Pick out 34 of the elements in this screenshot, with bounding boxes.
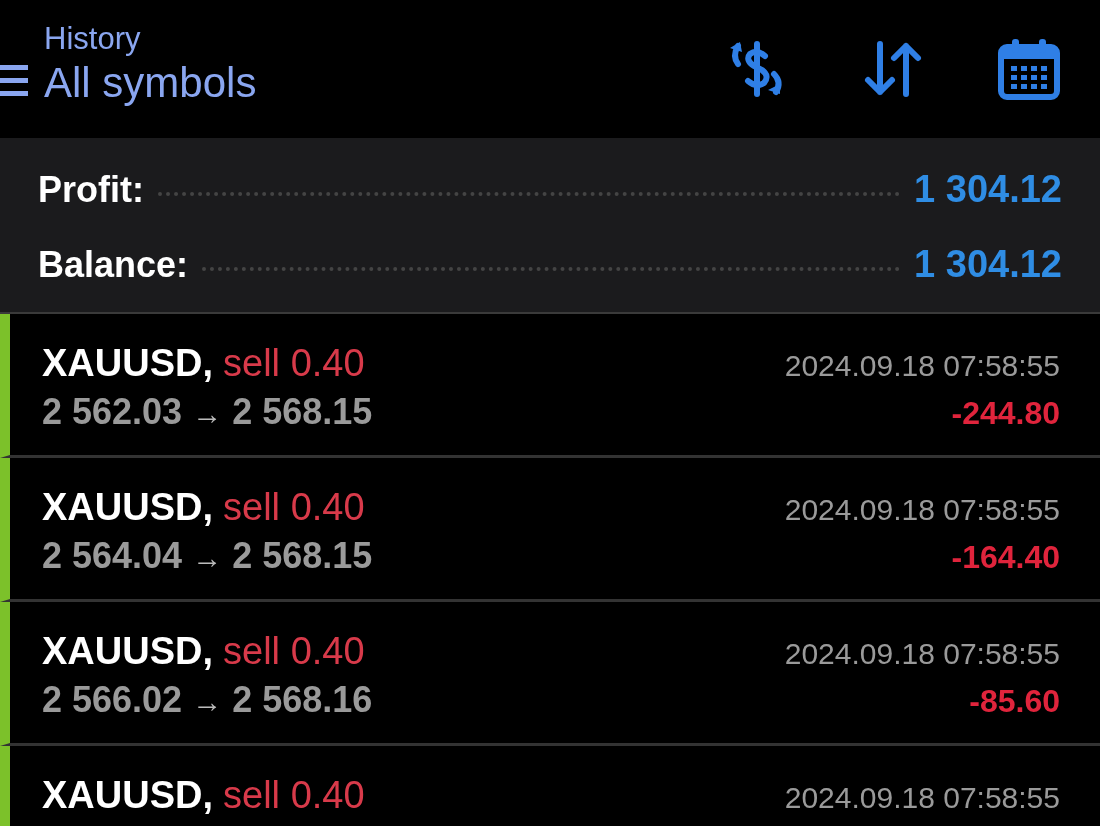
close-price: 2 568.15 bbox=[232, 391, 373, 433]
summary-label: Profit: bbox=[38, 169, 144, 211]
deal-type: sell 0.40 bbox=[223, 630, 365, 673]
deal-row[interactable]: XAUUSD, sell 0.40 2024.09.18 07:58:55 2 564.04 → 2 568.15 -164.40 bbox=[0, 458, 1100, 602]
summary-value: 1 304.12 bbox=[914, 243, 1062, 286]
deal-time: 2024.09.18 07:58:55 bbox=[784, 493, 1060, 527]
calendar-icon[interactable] bbox=[996, 36, 1062, 102]
arrow-glyph: → bbox=[192, 397, 223, 431]
deal-symbol: XAUUSD, bbox=[42, 630, 214, 673]
deal-profit: -85.60 bbox=[969, 683, 1060, 720]
open-price: 2 562.03 bbox=[42, 391, 183, 433]
deal-type: sell 0.40 bbox=[223, 486, 365, 529]
screen-title: All symbols bbox=[44, 59, 257, 107]
deal-symbol: XAUUSD, bbox=[42, 774, 214, 817]
deal-symbol: XAUUSD, bbox=[42, 486, 214, 529]
deal-row[interactable]: XAUUSD, sell 0.40 2024.09.18 07:58:55 2 562.03 → 2 568.15 -244.80 bbox=[0, 314, 1100, 458]
close-price: 2 568.16 bbox=[232, 679, 373, 721]
summary-value: 1 304.12 bbox=[914, 168, 1062, 211]
arrow-glyph: → bbox=[192, 685, 223, 719]
close-price: 2 568.15 bbox=[232, 535, 373, 577]
summary-label: Balance: bbox=[38, 244, 189, 286]
deal-time: 2024.09.18 07:58:55 bbox=[784, 637, 1060, 671]
arrow-glyph: → bbox=[192, 541, 223, 575]
deal-type: sell 0.40 bbox=[223, 342, 365, 385]
deal-row[interactable]: XAUUSD, sell 0.40 2024.09.18 07:58:55 2 566.02 → 2 568.16 -85.60 bbox=[0, 602, 1100, 746]
deal-type: sell 0.40 bbox=[223, 774, 365, 817]
deal-symbol: XAUUSD, bbox=[42, 342, 214, 385]
deal-time: 2024.09.18 07:58:55 bbox=[784, 781, 1060, 815]
open-price: 2 566.02 bbox=[42, 679, 183, 721]
open-price: 2 564.04 bbox=[42, 535, 183, 577]
deal-profit: -164.40 bbox=[951, 539, 1060, 576]
screen-subtitle: History bbox=[44, 21, 142, 57]
deal-profit: -244.80 bbox=[951, 395, 1060, 432]
deal-time: 2024.09.18 07:58:55 bbox=[784, 349, 1060, 383]
